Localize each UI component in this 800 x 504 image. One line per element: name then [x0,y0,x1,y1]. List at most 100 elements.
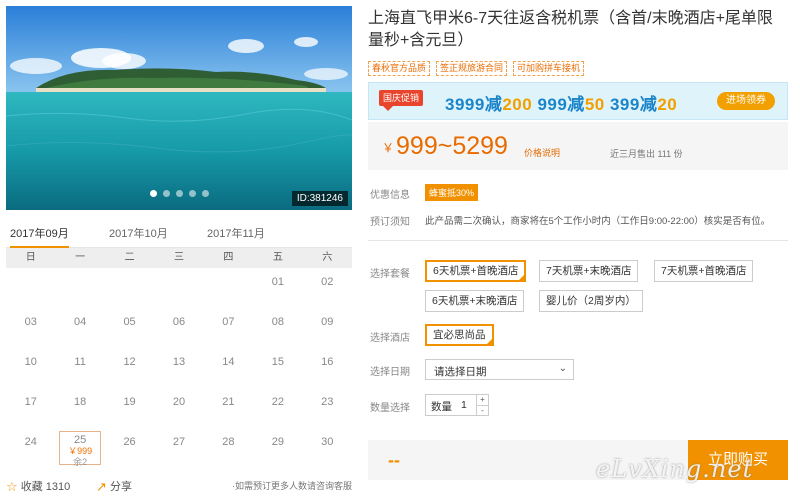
discount-label: 优惠信息 [370,190,410,201]
calendar-empty-cell [204,268,253,308]
calendar-day[interactable]: 19 [105,388,154,428]
booking-label: 预订须知 [370,217,410,228]
package-option-4[interactable]: 6天机票+末晚酒店 [425,290,525,312]
chevron-down-icon: ⌄ [558,363,567,374]
carousel-dot[interactable] [188,190,196,197]
discount-badge: 蜂蜜抵30% [425,184,479,201]
price-explanation-link[interactable]: 价格说明 [524,146,560,159]
quantity-stepper[interactable]: 数量 1 + - [425,394,489,416]
calendar-day[interactable]: 13 [154,348,203,388]
calendar-day[interactable]: 12 [105,348,154,388]
day-price: ￥999 [68,446,93,456]
calendar-day[interactable]: 03 [6,308,55,348]
divider [368,240,788,241]
share-icon: ↗ [96,479,107,494]
calendar-day[interactable]: 23 [303,388,352,428]
calendar-day[interactable]: 17 [6,388,55,428]
weekday-label: 三 [173,252,184,263]
calendar-day[interactable]: 28 [204,428,253,468]
customer-service-note[interactable]: ·如需预订更多人数请咨询客服 [232,479,352,492]
share-button[interactable]: ↗ 分享 [96,478,132,495]
calendar-day[interactable]: 26 [105,428,154,468]
quantity-buttons: + - [476,395,488,415]
calendar-day[interactable]: 09 [303,308,352,348]
quantity-inline-label: 数量 [431,401,452,413]
calendar-day[interactable]: 27 [154,428,203,468]
weekday-label: 二 [124,252,135,263]
price-box: ￥999~5299 价格说明 近三月售出 111 份 [368,122,788,170]
tag-item: 春秋官方品质 [368,61,431,76]
calendar-empty-cell [154,268,203,308]
calendar-day[interactable]: 14 [204,348,253,388]
favorite-button[interactable]: ☆ 收藏 1310 [6,478,70,495]
package-label: 选择套餐 [370,269,410,280]
quantity-label: 数量选择 [370,403,410,414]
calendar-day[interactable]: 29 [253,428,302,468]
month-tabs: 2017年09月 2017年10月 2017年11月 [6,226,352,248]
calendar-day[interactable]: 01 [253,268,302,308]
favorite-label: 收藏 [20,481,43,493]
calendar-day[interactable]: 10 [6,348,55,388]
weekday-label: 六 [322,252,333,263]
carousel-dot[interactable] [201,190,209,197]
package-option-5[interactable]: 婴儿价（2周岁内） [539,290,643,312]
quantity-decrease-button[interactable]: - [477,405,488,415]
photo-id-badge: ID:381246 [291,191,348,206]
calendar-day[interactable]: 07 [204,308,253,348]
hotel-option[interactable]: 宜必思尚品 [425,324,494,346]
calendar-day[interactable]: 11 [55,348,104,388]
tab-month-oct[interactable]: 2017年10月 [109,226,168,248]
weekday-label: 四 [223,252,234,263]
tab-month-nov[interactable]: 2017年11月 [207,226,265,248]
carousel-dot[interactable] [149,190,157,197]
product-tags: 春秋官方品质 签正规旅游合同 可加购拼车接机 [368,61,590,76]
calendar-weekday-header: 日 一 二 三 四 五 六 [6,248,352,268]
calendar-day[interactable]: 24 [6,428,55,468]
calendar-day[interactable]: 20 [154,388,203,428]
gallery-footer: ☆ 收藏 1310 ↗ 分享 ·如需预订更多人数请咨询客服 [6,476,352,496]
date-select[interactable]: 请选择日期 ⌄ [425,359,574,380]
booking-notice: 此产品需二次确认，商家将在5个工作小时内（工作日9:00-22:00）核实是否有… [425,216,771,227]
carousel-dot[interactable] [162,190,170,197]
share-label: 分享 [109,481,132,493]
package-option-2[interactable]: 7天机票+末晚酒店 [539,260,639,282]
calendar-day-selected[interactable]: 25 ￥999 余2 [59,431,101,467]
day-remaining: 余2 [73,457,88,467]
get-coupon-button[interactable]: 进场领券 [717,92,775,110]
calendar-day[interactable]: 02 [303,268,352,308]
calendar-day[interactable]: 21 [204,388,253,428]
site-watermark: eLvXing.net [596,455,754,483]
calendar-empty-cell [6,268,55,308]
product-title: 上海直飞甲米6-7天往返含税机票（含首/末晚酒店+尾单限量秒+含元旦） [368,10,773,49]
calendar-empty-cell [105,268,154,308]
package-option-3[interactable]: 7天机票+首晚酒店 [654,260,754,282]
promo-amount: 200 [502,95,533,114]
sold-count: 近三月售出 111 份 [610,149,683,159]
price-range: ￥999~5299 [382,131,508,163]
calendar-day[interactable]: 30 [303,428,352,468]
calendar-day[interactable]: 04 [55,308,104,348]
beach-photo [6,6,352,210]
calendar-day[interactable]: 18 [55,388,104,428]
calendar-day[interactable]: 22 [253,388,302,428]
carousel-dot[interactable] [175,190,183,197]
tag-item: 可加购拼车接机 [513,61,585,76]
calendar-day[interactable]: 05 [105,308,154,348]
package-option-1[interactable]: 6天机票+首晚酒店 [425,260,527,282]
promo-amount: 50 [584,95,605,114]
weekday-label: 一 [75,252,86,263]
weekday-label: 日 [25,252,36,263]
quantity-value[interactable]: 1 [461,399,467,411]
calendar-day[interactable]: 08 [253,308,302,348]
calendar-day[interactable]: 16 [303,348,352,388]
currency-symbol: ￥ [382,141,395,155]
tab-month-sep[interactable]: 2017年09月 [10,226,69,248]
weekday-label: 五 [272,252,283,263]
calendar-day[interactable]: 06 [154,308,203,348]
promo-banner[interactable]: 国庆促销 3999减200 999减50 399减20 进场领券 [368,82,788,120]
calendar-empty-cell [55,268,104,308]
product-photo[interactable]: ID:381246 [6,6,352,210]
quantity-increase-button[interactable]: + [477,395,488,405]
promo-threshold: 3999减 [445,95,503,114]
calendar-day[interactable]: 15 [253,348,302,388]
